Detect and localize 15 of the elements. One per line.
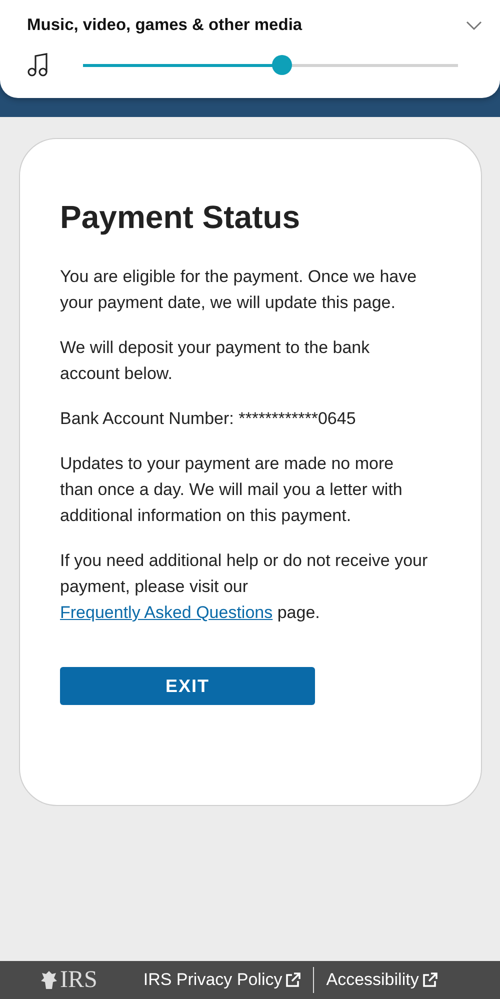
footer-link[interactable]: IRS Privacy Policy [143,970,302,990]
page-title: Payment Status [60,199,302,236]
music-note-icon [27,53,49,77]
paragraph: Bank Account Number: ************0645 [60,408,357,430]
slider-thumb[interactable] [272,55,292,75]
paragraph: You are eligible for the payment. Once we have your payment date, we will update this page. [60,266,418,314]
paragraph: We will deposit your payment to the bank account below. [60,337,371,385]
exit-button[interactable]: EXIT [60,667,315,705]
chevron-icon[interactable] [466,20,482,30]
irs-logo-text: IRS [60,966,98,994]
faq-link[interactable]: Frequently Asked Questions [60,603,273,622]
paragraph: If you need additional help or do not receive your payment, please visit our Frequently Asked Questions page. [60,550,429,624]
paragraph: Updates to your payment are made no more than once a day. We will mail you a letter with additional information on this payment. [60,453,404,527]
panel-title: Music, video, games & other media [27,16,302,35]
footer-link[interactable]: Accessibility [326,970,438,990]
